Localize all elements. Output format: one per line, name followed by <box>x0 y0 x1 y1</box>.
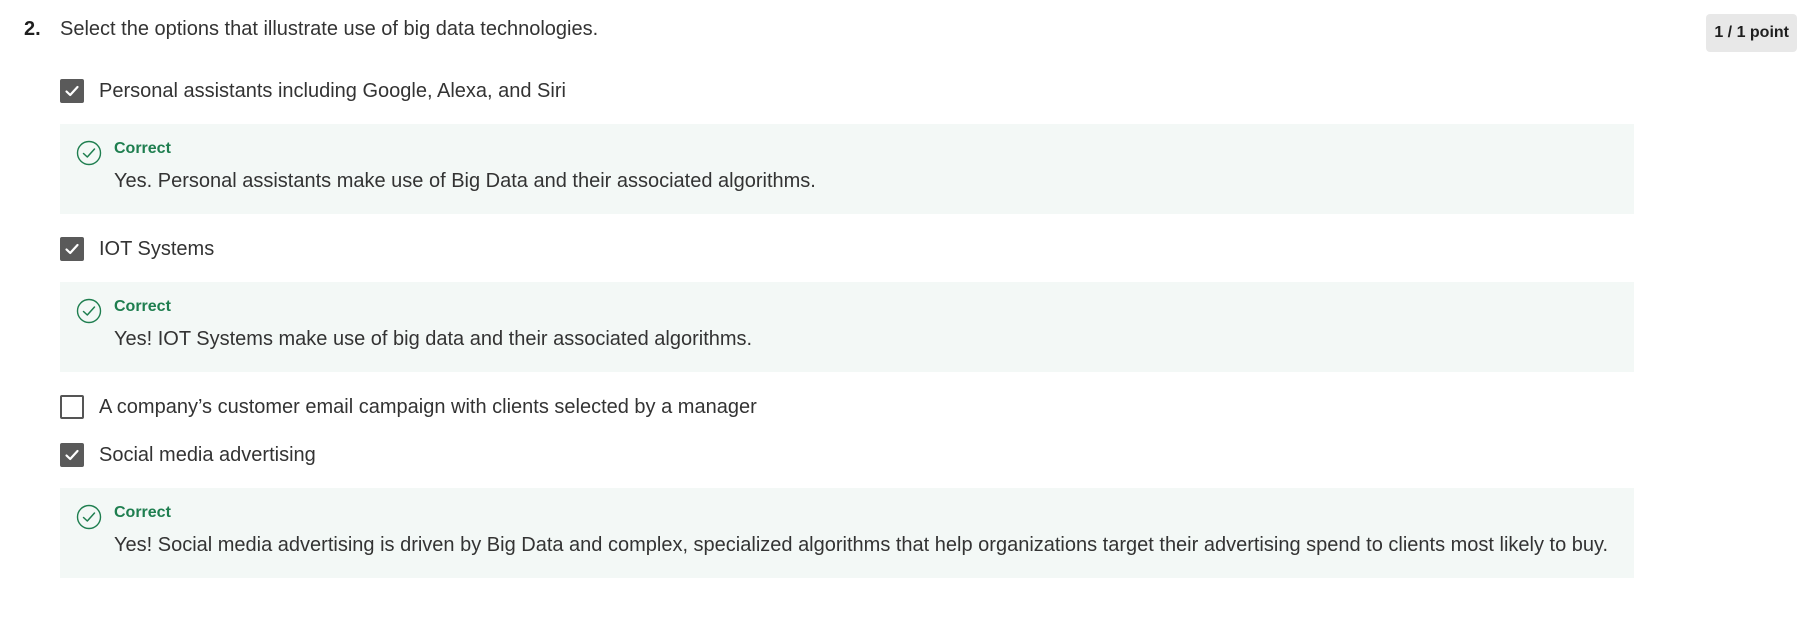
option-personal-assistants[interactable]: Personal assistants including Google, Al… <box>60 76 1634 106</box>
checkbox-email-campaign[interactable] <box>60 395 84 419</box>
option-email-campaign[interactable]: A company’s customer email campaign with… <box>60 392 1634 422</box>
checkbox-iot-systems[interactable] <box>60 237 84 261</box>
points-badge: 1 / 1 point <box>1706 14 1797 52</box>
check-circle-icon <box>76 504 102 530</box>
feedback-status: Correct <box>114 298 171 315</box>
checkbox-social-media-advertising[interactable] <box>60 443 84 467</box>
option-label: Personal assistants including Google, Al… <box>99 79 566 102</box>
option-label: Social media advertising <box>99 443 316 466</box>
option-iot-systems[interactable]: IOT Systems <box>60 234 1634 264</box>
options-list: Personal assistants including Google, Al… <box>60 76 1634 598</box>
check-icon <box>65 85 79 97</box>
feedback-panel: Correct Yes. Personal assistants make us… <box>60 124 1634 214</box>
question-number: 2. <box>24 18 41 40</box>
option-label: A company’s customer email campaign with… <box>99 395 757 418</box>
check-icon <box>65 449 79 461</box>
feedback-panel: Correct Yes! Social media advertising is… <box>60 488 1634 578</box>
feedback-text: Yes! IOT Systems make use of big data an… <box>114 328 753 350</box>
feedback-panel: Correct Yes! IOT Systems make use of big… <box>60 282 1634 372</box>
option-social-media-advertising[interactable]: Social media advertising <box>60 440 1634 470</box>
feedback-text: Yes! Social media advertising is driven … <box>114 534 1609 556</box>
check-icon <box>65 243 79 255</box>
feedback-status: Correct <box>114 504 171 521</box>
question-text: Select the options that illustrate use o… <box>60 18 599 40</box>
option-label: IOT Systems <box>99 237 215 260</box>
feedback-text: Yes. Personal assistants make use of Big… <box>114 170 816 192</box>
check-circle-icon <box>76 140 102 166</box>
feedback-status: Correct <box>114 140 171 157</box>
checkbox-personal-assistants[interactable] <box>60 79 84 103</box>
check-circle-icon <box>76 298 102 324</box>
quiz-question: 2. Select the options that illustrate us… <box>0 0 1801 621</box>
